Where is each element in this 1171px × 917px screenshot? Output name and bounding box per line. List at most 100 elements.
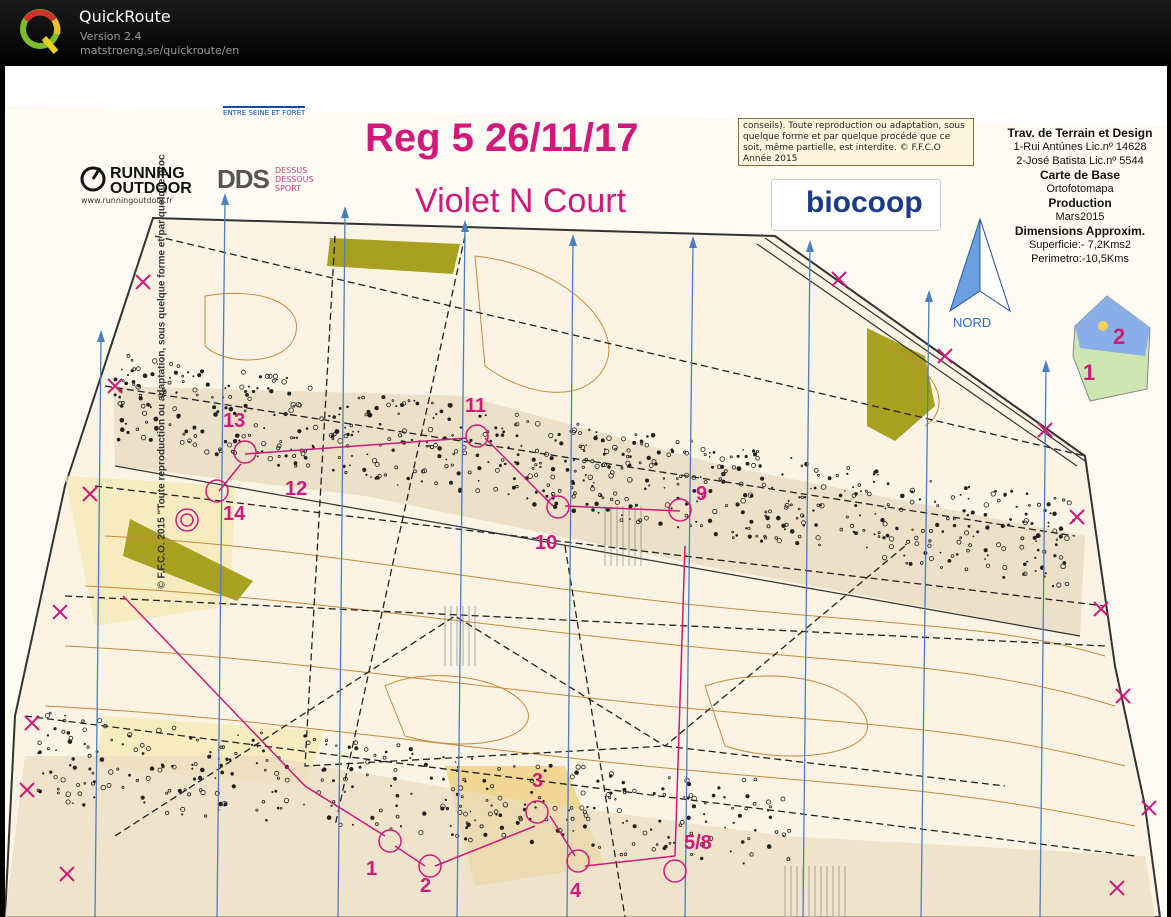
rock-dot (447, 417, 452, 422)
rock-dot (391, 448, 395, 452)
rock-dot (1053, 554, 1057, 558)
rock-dot (140, 795, 145, 800)
rock-dot (632, 824, 637, 829)
rock-dot (128, 773, 131, 777)
rock-dot (511, 485, 516, 490)
rock-dot (191, 767, 194, 770)
rock-dot (396, 484, 399, 486)
credits-title: Trav. de Terrain et Design (1007, 126, 1153, 140)
rock-dot (465, 826, 469, 830)
rock-dot (745, 794, 750, 799)
rock-dot (312, 446, 315, 449)
rock-dot (758, 464, 762, 468)
rock-dot (584, 474, 587, 476)
control-1[interactable]: 1 (366, 858, 377, 881)
rock-dot (658, 521, 663, 526)
rock-dot (644, 487, 647, 491)
rock-dot (474, 819, 476, 822)
rock-dot (658, 819, 662, 823)
rock-dot (197, 775, 203, 781)
rock-dot (976, 530, 980, 534)
rock-dot (192, 777, 197, 781)
control-11[interactable]: 11 (465, 395, 486, 418)
rock-dot (735, 502, 740, 507)
rock-dot (860, 490, 862, 493)
rock-dot (550, 467, 556, 472)
control-4[interactable]: 4 (570, 880, 581, 903)
rock-dot (959, 493, 962, 496)
rock-dot (420, 480, 423, 483)
rock-dot (970, 510, 975, 515)
rock-dot (262, 749, 265, 753)
rock-dot (1047, 525, 1050, 528)
rock-dot (588, 428, 591, 431)
rock-dot (895, 526, 899, 531)
rock-dot (985, 525, 990, 530)
rock-dot (55, 749, 57, 751)
rock-dot (798, 496, 801, 499)
rock-dot (273, 413, 276, 417)
rock-dot (72, 802, 74, 804)
rock-dot (768, 815, 773, 819)
rock-dot (859, 514, 861, 517)
rock-dot (192, 425, 197, 430)
rock-dot (554, 439, 557, 442)
rock-dot (602, 452, 606, 456)
rock-dot (121, 743, 124, 746)
rock-dot (297, 429, 302, 434)
rock-dot (984, 558, 986, 560)
rock-dot (200, 429, 205, 434)
rock-dot (142, 373, 148, 379)
rock-dot (469, 438, 473, 442)
control-12[interactable]: 12 (285, 478, 307, 501)
rock-dot (1000, 523, 1005, 529)
rock-dot (199, 369, 205, 374)
control-9[interactable]: 9 (696, 483, 707, 506)
rock-dot (549, 456, 554, 461)
app-url[interactable]: matstroeng.se/quickroute/en (80, 44, 239, 57)
rock-dot (220, 770, 225, 775)
rock-dot (744, 454, 748, 459)
rock-dot (437, 454, 442, 459)
rock-dot (119, 418, 125, 423)
orienteering-map[interactable]: © F.F.C.O. 2015 "Toute reproduction ou a… (5, 66, 1167, 917)
rock-dot (444, 798, 447, 802)
credits-surface: Superficie:- 7,2Kms2 (1028, 239, 1132, 251)
rock-dot (571, 481, 576, 486)
rock-dot (207, 754, 212, 759)
rock-dot (904, 543, 907, 546)
rock-dot (1058, 526, 1064, 531)
rock-dot (742, 449, 744, 451)
rock-dot (1026, 560, 1029, 563)
rock-dot (237, 434, 240, 437)
rock-dot (1049, 512, 1052, 515)
rock-dot (1034, 570, 1037, 572)
credits-dims-title: Dimensions Approxim. (1014, 224, 1146, 238)
rock-dot (374, 405, 379, 411)
rock-dot (93, 780, 96, 784)
rock-dot (378, 422, 382, 426)
rock-dot (735, 534, 739, 537)
control-10[interactable]: 10 (535, 532, 557, 555)
rock-dot (1052, 511, 1057, 516)
control-5-8[interactable]: 5/8 (684, 832, 712, 855)
rock-dot (939, 551, 942, 554)
control-14[interactable]: 14 (223, 503, 245, 526)
rock-dot (534, 806, 537, 809)
control-2[interactable]: 2 (420, 875, 431, 898)
rock-dot (790, 457, 793, 459)
rock-dot (827, 476, 832, 481)
rock-dot (699, 476, 702, 478)
rock-dot (223, 439, 228, 444)
rock-dot (449, 825, 452, 827)
rock-dot (449, 480, 453, 485)
rock-dot (712, 451, 716, 454)
control-3[interactable]: 3 (532, 770, 543, 793)
rock-dot (118, 395, 121, 399)
rock-dot (440, 806, 445, 811)
rock-dot (265, 818, 268, 822)
rock-dot (852, 486, 855, 489)
rock-dot (507, 446, 510, 449)
control-13[interactable]: 13 (223, 410, 245, 433)
rock-dot (237, 734, 239, 736)
